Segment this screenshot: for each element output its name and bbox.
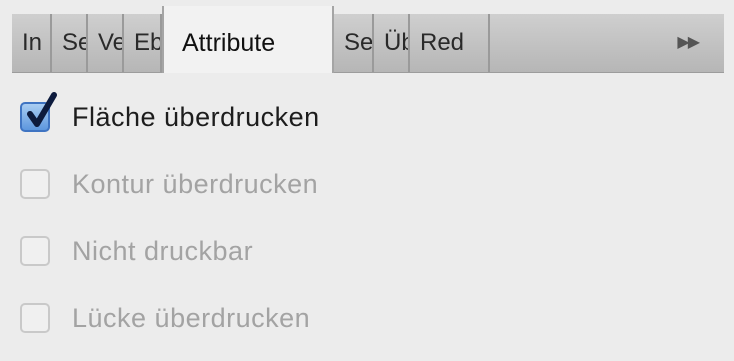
option-label: Kontur überdrucken xyxy=(72,168,319,199)
option-label: Nicht druckbar xyxy=(72,235,254,266)
double-chevron-right-icon: ▶▶ xyxy=(677,34,700,51)
attributes-panel: In Se Ve Eb Attribute Se Üb Red ▶▶ Fläch… xyxy=(0,0,734,361)
checkbox-nonprinting xyxy=(20,236,50,266)
tab-red[interactable]: Red xyxy=(410,14,490,72)
checkbox-gap-overprint xyxy=(20,303,50,333)
checkmark-icon xyxy=(27,92,57,127)
tab-separations[interactable]: Se xyxy=(52,14,88,72)
option-nonprinting: Nicht druckbar xyxy=(20,226,720,276)
tab-layers[interactable]: Eb xyxy=(124,14,162,72)
tab-overflow-button[interactable]: ▶▶ xyxy=(490,14,724,72)
option-label: Fläche überdrucken xyxy=(72,101,320,132)
tab-links[interactable]: Ve xyxy=(88,14,124,72)
option-stroke-overprint: Kontur überdrucken xyxy=(20,159,720,209)
tab-info[interactable]: In xyxy=(12,14,52,72)
tab-transparency[interactable]: Üb xyxy=(374,14,410,72)
option-fill-overprint[interactable]: Fläche überdrucken xyxy=(20,92,720,142)
panel-tab-bar: In Se Ve Eb Attribute Se Üb Red ▶▶ xyxy=(12,6,724,73)
attribute-options: Fläche überdrucken Kontur überdrucken Ni… xyxy=(20,92,720,360)
tab-attributes[interactable]: Attribute xyxy=(162,6,334,73)
checkbox-fill-overprint[interactable] xyxy=(20,92,57,132)
tab-pages[interactable]: Se xyxy=(334,14,374,72)
checkbox-stroke-overprint xyxy=(20,169,50,199)
option-gap-overprint: Lücke überdrucken xyxy=(20,293,720,343)
option-label: Lücke überdrucken xyxy=(72,302,311,333)
